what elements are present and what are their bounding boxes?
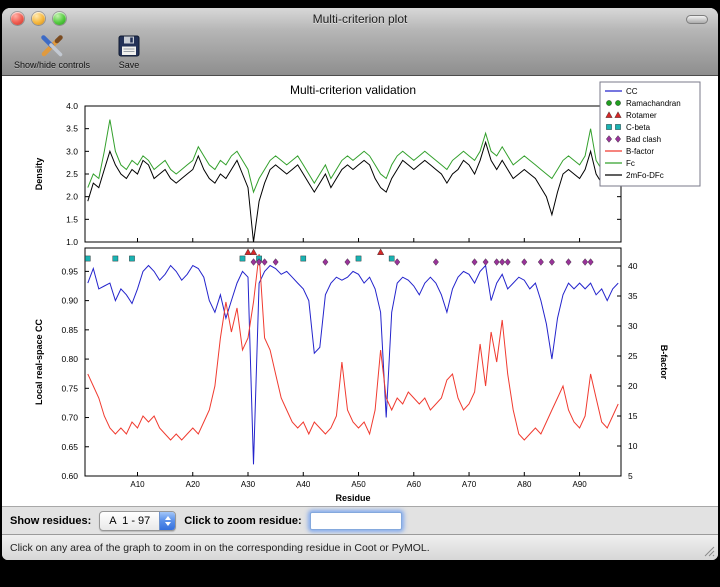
status-text: Click on any area of the graph to zoom i… [10, 542, 430, 554]
svg-text:A20: A20 [186, 480, 201, 489]
svg-text:0.95: 0.95 [61, 266, 78, 276]
legend: CC Ramachandran Rotamer C-beta Bad clash B-fa… [600, 82, 700, 186]
svg-text:15: 15 [628, 411, 638, 421]
svg-text:30: 30 [628, 321, 638, 331]
toolbar: Show/hide controls Save [2, 30, 718, 76]
residue-range-select[interactable]: A 1 - 97 [99, 511, 176, 531]
multi-criterion-plot-window: Multi-criterion plot Show/hide controls [2, 8, 718, 560]
svg-text:A50: A50 [351, 480, 366, 489]
svg-text:A70: A70 [462, 480, 477, 489]
svg-text:A10: A10 [130, 480, 145, 489]
toolbar-toggle-button[interactable] [686, 15, 708, 24]
svg-text:20: 20 [628, 381, 638, 391]
show-hide-controls-button[interactable]: Show/hide controls [10, 32, 94, 71]
svg-text:5: 5 [628, 471, 633, 481]
svg-text:C-beta: C-beta [626, 123, 651, 132]
svg-text:1.5: 1.5 [66, 214, 78, 224]
svg-text:0.85: 0.85 [61, 325, 78, 335]
cc-axis-label: Local real-space CC [34, 318, 44, 405]
svg-text:Ramachandran: Ramachandran [626, 99, 681, 108]
svg-text:1.0: 1.0 [66, 237, 78, 247]
zoom-residue-input[interactable] [310, 512, 402, 530]
svg-text:A60: A60 [407, 480, 422, 489]
resize-grip[interactable] [702, 544, 715, 557]
svg-text:2.0: 2.0 [66, 192, 78, 202]
svg-text:Rotamer: Rotamer [626, 111, 657, 120]
svg-text:0.70: 0.70 [61, 413, 78, 423]
residue-axis-label: Residue [335, 493, 370, 503]
svg-text:Bad clash: Bad clash [626, 135, 661, 144]
save-button[interactable]: Save [112, 32, 146, 71]
show-hide-controls-label: Show/hide controls [14, 60, 90, 70]
save-label: Save [119, 60, 140, 70]
multi-criterion-figure[interactable]: Multi-criterion validation 1.0 1.5 2.0 2.5 3.… [2, 76, 718, 506]
screenshot-stage: Multi-criterion plot Show/hide controls [0, 0, 720, 587]
svg-text:35: 35 [628, 291, 638, 301]
svg-text:0.75: 0.75 [61, 383, 78, 393]
svg-text:A80: A80 [517, 480, 532, 489]
floppy-disk-icon [116, 33, 142, 59]
chart-title: Multi-criterion validation [290, 83, 416, 97]
svg-text:A90: A90 [572, 480, 587, 489]
svg-text:A40: A40 [296, 480, 311, 489]
status-bar: Click on any area of the graph to zoom i… [2, 534, 718, 560]
svg-text:2mFo-DFc: 2mFo-DFc [626, 171, 664, 180]
crossed-tools-icon [39, 33, 65, 59]
svg-text:0.80: 0.80 [61, 354, 78, 364]
zoom-residue-label: Click to zoom residue: [184, 515, 301, 527]
show-residues-label: Show residues: [10, 515, 91, 527]
svg-text:3.5: 3.5 [66, 124, 78, 134]
stepper-arrows-icon [159, 512, 175, 530]
svg-text:25: 25 [628, 351, 638, 361]
svg-text:2.5: 2.5 [66, 169, 78, 179]
svg-text:40: 40 [628, 261, 638, 271]
window-title: Multi-criterion plot [2, 12, 718, 26]
residue-range-value: A 1 - 97 [100, 512, 159, 530]
controls-row: Show residues: A 1 - 97 Click to zoom re… [2, 506, 718, 534]
svg-text:CC: CC [626, 87, 638, 96]
svg-text:4.0: 4.0 [66, 101, 78, 111]
svg-text:0.90: 0.90 [61, 296, 78, 306]
svg-text:0.65: 0.65 [61, 442, 78, 452]
svg-text:0.60: 0.60 [61, 471, 78, 481]
svg-text:A30: A30 [241, 480, 256, 489]
plot-area: Multi-criterion validation 1.0 1.5 2.0 2.5 3.… [2, 76, 718, 506]
svg-text:10: 10 [628, 441, 638, 451]
svg-text:Fc: Fc [626, 159, 635, 168]
arrow-up-icon [165, 516, 171, 520]
titlebar[interactable]: Multi-criterion plot [2, 8, 718, 30]
svg-text:3.0: 3.0 [66, 146, 78, 156]
arrow-down-icon [165, 522, 171, 526]
svg-text:B-factor: B-factor [626, 147, 654, 156]
density-axis-label: Density [34, 158, 44, 191]
bfactor-axis-label: B-factor [659, 345, 669, 380]
